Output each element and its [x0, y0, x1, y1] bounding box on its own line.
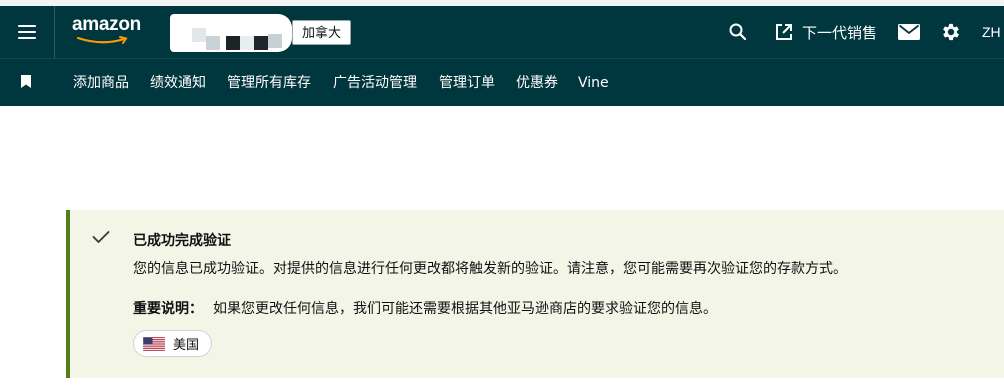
alert-note: 重要说明： 如果您更改任何信息，我们可能还需要根据其他亚马逊商店的要求验证您的信息… [133, 298, 717, 318]
bookmark-button[interactable] [20, 74, 32, 93]
country-label: 美国 [173, 338, 200, 353]
language-selector[interactable]: ZH [982, 6, 1001, 58]
checkmark-icon [92, 231, 110, 243]
marketplace-selector[interactable]: 加拿大 [292, 20, 352, 45]
gear-icon [943, 23, 959, 41]
mail-icon [898, 24, 920, 40]
note-label: 重要说明： [133, 301, 203, 317]
nav-item-coupons[interactable]: 优惠券 [516, 59, 558, 107]
bookmark-icon [21, 75, 31, 88]
nav-item-manage-inventory[interactable]: 管理所有库存 [227, 59, 311, 107]
nav-item-campaign-manager[interactable]: 广告活动管理 [333, 59, 417, 107]
nav-item-vine[interactable]: Vine [578, 59, 609, 107]
alert-title: 已成功完成验证 [133, 233, 231, 249]
settings-button[interactable] [940, 6, 962, 58]
success-alert: 已成功完成验证 您的信息已成功验证。对提供的信息进行任何更改都将触发新的验证。请… [66, 210, 1004, 378]
note-text: 如果您更改任何信息，我们可能还需要根据其他亚马逊商店的要求验证您的信息。 [213, 301, 717, 317]
menu-icon [18, 25, 36, 39]
account-name-redacted [170, 14, 292, 52]
nav-item-manage-orders[interactable]: 管理订单 [439, 59, 495, 107]
logo-text: amazon [72, 14, 141, 35]
external-link-icon [776, 24, 792, 40]
country-chip[interactable]: 美国 [133, 330, 213, 357]
search-icon [729, 23, 747, 41]
nav-item-performance-notifications[interactable]: 绩效通知 [150, 59, 206, 107]
us-flag-icon [143, 336, 165, 351]
search-button[interactable] [728, 6, 748, 58]
messages-button[interactable] [898, 6, 920, 58]
nav-item-add-products[interactable]: 添加商品 [73, 59, 129, 107]
nav-bar: 添加商品 绩效通知 管理所有库存 广告活动管理 管理订单 优惠券 Vine [0, 58, 1004, 106]
next-gen-selling-link[interactable]: 下一代销售 [774, 6, 877, 58]
amazon-logo[interactable]: amazon [72, 15, 144, 47]
smile-icon [76, 36, 128, 44]
next-gen-label: 下一代销售 [802, 23, 878, 42]
language-label: ZH [982, 24, 1001, 40]
top-header: amazon 加拿大 下一代销售 ZH [0, 6, 1004, 58]
alert-body: 您的信息已成功验证。对提供的信息进行任何更改都将触发新的验证。请注意，您可能需要… [133, 261, 847, 277]
menu-button[interactable] [0, 6, 54, 58]
header-divider [54, 6, 55, 58]
